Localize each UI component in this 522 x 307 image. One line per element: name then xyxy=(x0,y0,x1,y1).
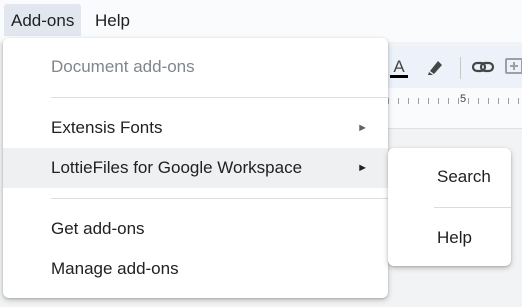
submenu-item-help[interactable]: Help xyxy=(388,218,511,258)
ruler-ticks xyxy=(388,98,522,104)
submenu-divider xyxy=(434,207,511,208)
addons-menu: Document add-ons Extensis Fonts ► Lottie… xyxy=(3,38,388,298)
toolbar-separator xyxy=(460,57,461,79)
menu-item-label: LottieFiles for Google Workspace xyxy=(51,158,303,177)
menu-item-lottiefiles[interactable]: LottieFiles for Google Workspace ► xyxy=(3,148,388,188)
submenu-item-search[interactable]: Search xyxy=(388,157,511,197)
highlight-icon[interactable] xyxy=(423,54,449,80)
svg-text:A: A xyxy=(393,57,405,76)
menu-divider xyxy=(51,198,388,199)
menu-item-label: Manage add-ons xyxy=(51,259,179,278)
menu-item-label: Get add-ons xyxy=(51,219,145,238)
menu-divider xyxy=(51,97,388,98)
submenu-item-label: Help xyxy=(437,228,472,247)
add-comment-icon[interactable] xyxy=(502,54,522,80)
menu-item-label: Extensis Fonts xyxy=(51,118,163,137)
menubar-help[interactable]: Help xyxy=(88,4,137,36)
submenu-arrow-icon: ► xyxy=(357,122,368,134)
menu-item-extensis-fonts[interactable]: Extensis Fonts ► xyxy=(3,108,388,148)
document-addons-label: Document add-ons xyxy=(51,57,195,76)
submenu-item-label: Search xyxy=(437,167,491,186)
document-addons-header: Document add-ons xyxy=(3,47,388,87)
lottiefiles-submenu: Search Help xyxy=(388,148,511,266)
ruler[interactable]: 5 xyxy=(388,88,522,129)
menu-bar: Add-ons Help xyxy=(0,0,522,42)
text-color-icon[interactable]: A xyxy=(386,54,412,80)
formatting-toolbar: A xyxy=(388,46,522,88)
link-icon[interactable] xyxy=(470,54,496,80)
ruler-number: 5 xyxy=(460,93,467,105)
menu-item-get-addons[interactable]: Get add-ons xyxy=(3,209,388,249)
submenu-arrow-icon: ► xyxy=(357,162,368,174)
menubar-addons[interactable]: Add-ons xyxy=(4,4,82,36)
menu-item-manage-addons[interactable]: Manage add-ons xyxy=(3,249,388,289)
